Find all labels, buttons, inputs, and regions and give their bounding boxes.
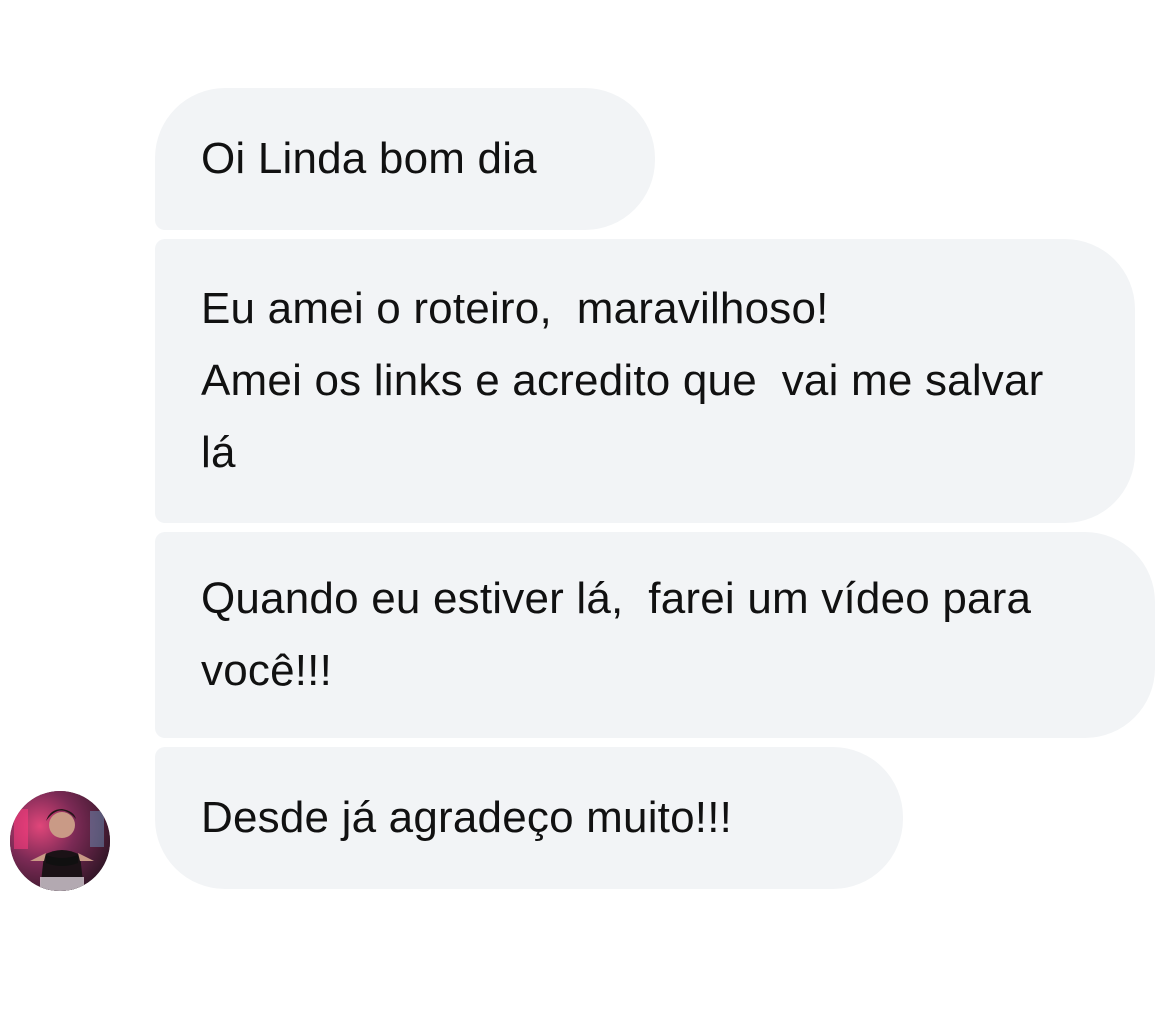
message-bubble[interactable]: Oi Linda bom dia [155, 88, 655, 230]
message-bubble[interactable]: Desde já agradeço muito!!! [155, 747, 903, 889]
message-text: Quando eu estiver lá, farei um vídeo par… [201, 574, 1044, 695]
sender-avatar[interactable] [10, 791, 110, 891]
message-text: Oi Linda bom dia [201, 134, 537, 183]
profile-photo-avatar-icon [10, 791, 110, 891]
message-text: Desde já agradeço muito!!! [201, 793, 733, 842]
message-bubble[interactable]: Eu amei o roteiro, maravilhoso! Amei os … [155, 239, 1135, 523]
message-text: Eu amei o roteiro, maravilhoso! Amei os … [201, 284, 1044, 477]
message-bubble[interactable]: Quando eu estiver lá, farei um vídeo par… [155, 532, 1155, 738]
message-thread: Oi Linda bom dia Eu amei o roteiro, mara… [0, 0, 1170, 1018]
